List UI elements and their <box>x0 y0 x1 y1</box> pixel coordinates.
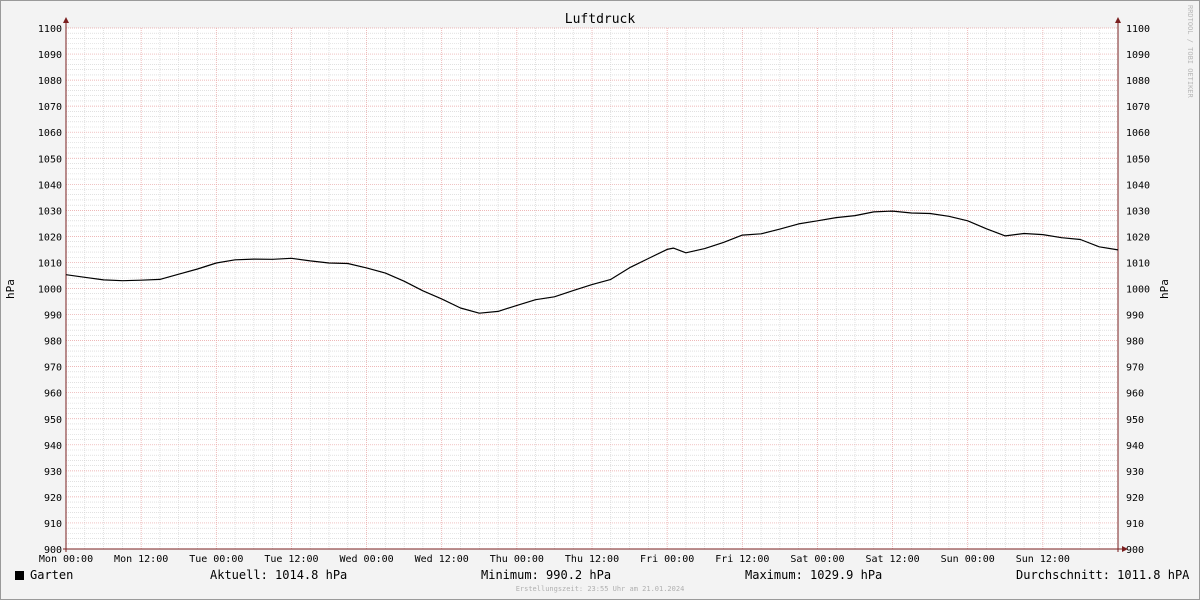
x-tick-label: Tue 12:00 <box>264 554 318 565</box>
y-tick-label-left: 990 <box>44 311 62 322</box>
y-tick-label-right: 930 <box>1126 467 1144 478</box>
y-tick-label-left: 1070 <box>38 102 62 113</box>
y-tick-label-right: 1100 <box>1126 24 1150 35</box>
y-tick-label-right: 1080 <box>1126 76 1150 87</box>
y-tick-label-right: 970 <box>1126 363 1144 374</box>
x-tick-label: Mon 12:00 <box>114 554 168 565</box>
x-tick-label: Sat 12:00 <box>865 554 919 565</box>
pressure-chart: 900 910 920 930 940 950 960 970 980 990 1000 1010 10… <box>4 12 1171 565</box>
x-tick-label: Sat 00:00 <box>790 554 844 565</box>
y-tick-label-right: 1040 <box>1126 180 1150 191</box>
y-tick-label-right: 1070 <box>1126 102 1150 113</box>
y-tick-label-right: 1090 <box>1126 50 1150 61</box>
y-axis-label-right: hPa <box>1158 279 1171 299</box>
x-tick-label: Tue 00:00 <box>189 554 243 565</box>
y-tick-label-left: 1040 <box>38 180 62 191</box>
chart-title: Luftdruck <box>565 12 636 27</box>
x-tick-label: Wed 12:00 <box>415 554 469 565</box>
x-axis-labels: Mon 00:00 Mon 12:00 Tue 00:00 Tue 12:00 Wed … <box>39 554 1070 565</box>
y-tick-label-left: 1000 <box>38 285 62 296</box>
x-tick-label: Thu 12:00 <box>565 554 619 565</box>
y-tick-label-right: 900 <box>1126 545 1144 556</box>
legend-current: Aktuell: 1014.8 hPa <box>210 568 348 582</box>
y-tick-label-left: 930 <box>44 467 62 478</box>
creation-time: Erstellungszeit: 23:55 Uhr am 21.01.2024 <box>515 585 685 593</box>
x-tick-label: Thu 00:00 <box>490 554 544 565</box>
y-tick-label-left: 970 <box>44 363 62 374</box>
y-tick-label-left: 1060 <box>38 128 62 139</box>
x-tick-label: Sun 00:00 <box>941 554 995 565</box>
y-tick-label-left: 1020 <box>38 232 62 243</box>
y-tick-label-left: 1030 <box>38 206 62 217</box>
legend-maximum: Maximum: 1029.9 hPa <box>745 568 883 582</box>
y-tick-label-left: 910 <box>44 519 62 530</box>
y-tick-label-left: 920 <box>44 493 62 504</box>
y-tick-label-right: 1020 <box>1126 232 1150 243</box>
y-tick-label-left: 950 <box>44 415 62 426</box>
y-tick-label-right: 1000 <box>1126 285 1150 296</box>
y-tick-label-left: 940 <box>44 441 62 452</box>
y-tick-label-right: 960 <box>1126 389 1144 400</box>
legend-average: Durchschnitt: 1011.8 hPA <box>1016 568 1190 582</box>
y-tick-label-left: 1080 <box>38 76 62 87</box>
y-tick-label-right: 910 <box>1126 519 1144 530</box>
y-tick-label-right: 1030 <box>1126 206 1150 217</box>
y-axis-arrow-left <box>63 17 69 23</box>
y-axis-labels-left: 9009109209309409509609709809901000101010… <box>38 24 62 556</box>
legend-series-name: Garten <box>30 568 74 582</box>
y-tick-label-right: 940 <box>1126 441 1144 452</box>
y-axis-label-left: hPa <box>4 279 17 299</box>
x-tick-label: Mon 00:00 <box>39 554 93 565</box>
x-tick-label: Wed 00:00 <box>339 554 393 565</box>
y-tick-label-left: 980 <box>44 337 62 348</box>
x-tick-label: Fri 12:00 <box>715 554 769 565</box>
y-axis-arrow-right <box>1115 17 1121 23</box>
x-tick-label: Sun 12:00 <box>1016 554 1070 565</box>
y-axis-labels-right: 900 910 920 930 940 950 960 970 980 990 1000 1010 10… <box>1126 24 1150 556</box>
x-tick-label: Fri 00:00 <box>640 554 694 565</box>
rrdtool-watermark: RRDTOOL / TOBI OETIKER <box>1186 5 1194 98</box>
y-tick-label-left: 1090 <box>38 50 62 61</box>
legend: Garten Aktuell: 1014.8 hPa Minimum: 990.… <box>0 568 1200 584</box>
legend-minimum: Minimum: 990.2 hPa <box>481 568 612 582</box>
y-tick-label-right: 1060 <box>1126 128 1150 139</box>
y-tick-label-right: 980 <box>1126 337 1144 348</box>
y-tick-label-left: 1050 <box>38 154 62 165</box>
y-tick-label-right: 920 <box>1126 493 1144 504</box>
y-tick-label-left: 1010 <box>38 258 62 269</box>
y-tick-label-left: 1100 <box>38 24 62 35</box>
y-tick-label-right: 1010 <box>1126 258 1150 269</box>
y-tick-label-right: 1050 <box>1126 154 1150 165</box>
y-tick-label-right: 990 <box>1126 311 1144 322</box>
y-tick-label-left: 960 <box>44 389 62 400</box>
y-tick-label-right: 950 <box>1126 415 1144 426</box>
